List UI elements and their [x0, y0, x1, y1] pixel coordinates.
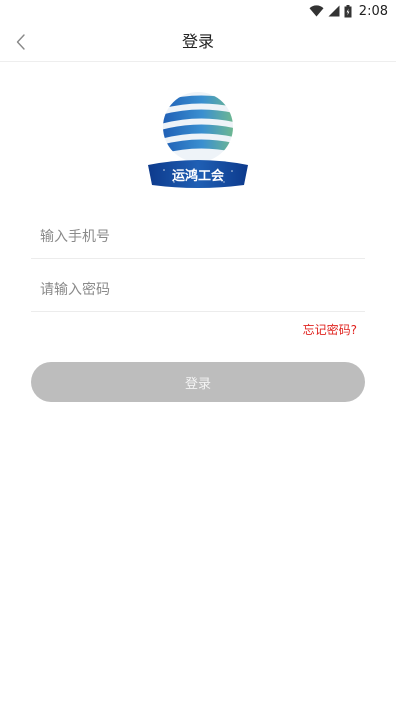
signal-icon: [328, 5, 340, 17]
back-button[interactable]: [6, 26, 36, 58]
chevron-left-icon: [16, 34, 25, 50]
password-input[interactable]: [31, 268, 365, 311]
phone-field: [31, 215, 365, 259]
battery-icon: [344, 4, 352, 17]
login-button[interactable]: 登录: [31, 362, 365, 402]
password-field: [31, 268, 365, 312]
wifi-icon: [309, 5, 324, 17]
nav-bar: 登录: [0, 22, 396, 62]
status-bar: 2:08: [0, 0, 396, 22]
page-title: 登录: [181, 32, 214, 51]
phone-input[interactable]: [31, 215, 365, 258]
logo-text: 运鸿工会: [172, 168, 225, 184]
status-icons: 2:08: [309, 3, 388, 19]
forgot-password-link[interactable]: 忘记密码?: [303, 321, 357, 338]
status-time: 2:08: [358, 3, 388, 19]
app-logo: 运鸿工会: [148, 92, 248, 188]
